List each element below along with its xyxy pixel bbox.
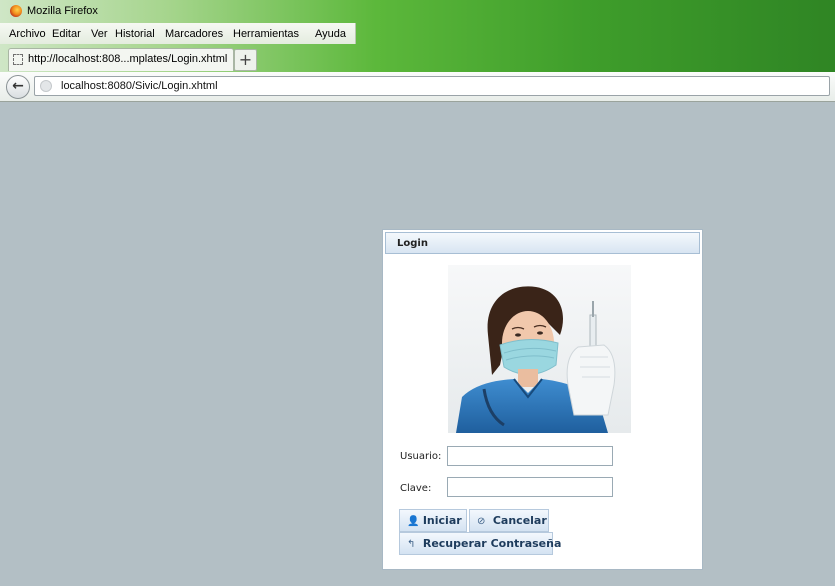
clave-input[interactable] [447,477,613,497]
window-title: Mozilla Firefox [27,5,98,17]
cancelar-button[interactable]: ⊘ Cancelar [469,509,549,532]
page-icon [13,54,23,65]
new-tab-button[interactable]: + [234,49,257,71]
cancelar-label: Cancelar [492,514,547,527]
recuperar-label: Recuperar Contraseña [422,537,562,550]
iniciar-button[interactable]: 👤 Iniciar [399,509,467,532]
nurse-illustration [448,265,631,433]
tab-login[interactable]: http://localhost:808...mplates/Login.xht… [8,48,234,71]
recover-icon: ↰ [407,539,416,550]
tab-strip: http://localhost:808...mplates/Login.xht… [0,46,835,71]
login-dialog: Login Usuario: Clave: 👤 Iniciar ⊘ Cancel… [382,229,703,570]
recuperar-button[interactable]: ↰ Recuperar Contraseña [399,532,561,555]
nurse-photo [448,265,631,433]
menu-bar: Archivo Editar Ver Historial Marcadores … [0,23,356,44]
usuario-input[interactable] [447,446,613,466]
site-identity-icon[interactable] [40,80,52,92]
iniciar-label: Iniciar [422,514,462,527]
firefox-logo-icon [10,5,22,17]
menu-archivo[interactable]: Archivo [9,28,46,40]
menu-herramientas[interactable]: Herramientas [233,28,299,40]
title-bar: Mozilla Firefox [0,0,835,22]
dialog-header: Login [385,232,700,254]
menu-editar[interactable]: Editar [52,28,81,40]
usuario-label: Usuario: [400,451,442,462]
navigation-bar: ← localhost:8080/Sivic/Login.xhtml [0,72,835,102]
menu-ayuda[interactable]: Ayuda [315,28,346,40]
back-button[interactable]: ← [6,75,30,99]
dialog-title: Login [397,238,428,249]
url-bar[interactable]: localhost:8080/Sivic/Login.xhtml [34,76,830,96]
clave-label: Clave: [400,483,432,494]
tab-title: http://localhost:808...mplates/Login.xht… [28,53,228,65]
menu-ver[interactable]: Ver [91,28,108,40]
menu-historial[interactable]: Historial [115,28,155,40]
user-icon: 👤 [407,516,420,527]
url-text[interactable]: localhost:8080/Sivic/Login.xhtml [61,80,218,92]
cancel-icon: ⊘ [477,516,486,527]
browser-chrome: Mozilla Firefox Archivo Editar Ver Histo… [0,0,835,102]
menu-marcadores[interactable]: Marcadores [165,28,223,40]
